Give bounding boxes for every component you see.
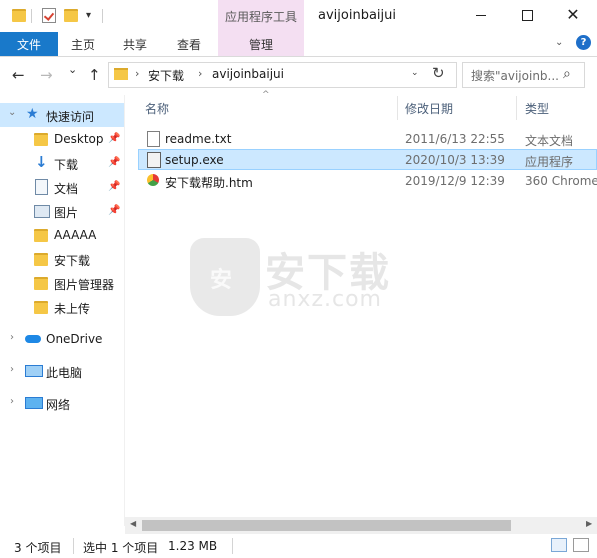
pin-icon[interactable]: 📌 (108, 205, 120, 216)
window-title: avijoinbaijui (318, 8, 396, 23)
column-header-name[interactable]: 名称 (145, 100, 169, 117)
maximize-button[interactable] (504, 0, 550, 30)
details-view-button[interactable] (551, 538, 567, 552)
tab-home[interactable]: 主页 (58, 32, 108, 56)
minimize-icon (476, 14, 486, 16)
chevron-down-icon[interactable]: ⌄ (8, 107, 16, 118)
chevron-right-icon[interactable]: › (10, 332, 14, 343)
tab-manage[interactable]: 管理 (218, 32, 304, 56)
text-file-icon (147, 131, 160, 147)
exe-file-icon (147, 152, 161, 168)
sidebar-item-label: 图片 (54, 206, 79, 220)
expand-ribbon-icon[interactable]: ⌄ (555, 37, 563, 48)
status-divider (232, 538, 233, 554)
folder-icon (34, 133, 48, 146)
document-icon (35, 179, 48, 195)
refresh-icon[interactable]: ↻ (432, 64, 445, 82)
large-icons-view-button[interactable] (573, 538, 589, 552)
folder-icon (12, 9, 26, 22)
pin-icon[interactable]: 📌 (108, 181, 120, 192)
search-placeholder[interactable]: 搜索"avijoinb... (471, 67, 559, 84)
sidebar-item-label: 安下载 (54, 254, 91, 268)
breadcrumb-item[interactable]: 安下载 (148, 67, 184, 84)
pin-icon[interactable]: 📌 (108, 157, 120, 168)
item-count: 3 个项目 (14, 541, 62, 555)
watermark-logo-char: 安 (210, 268, 233, 293)
chrome-file-icon (147, 174, 159, 186)
file-date: 2011/6/13 22:55 (405, 132, 505, 146)
sort-indicator-icon: ^ (262, 90, 270, 100)
sidebar-item-label: AAAAA (54, 228, 97, 242)
file-type: 360 Chrome (525, 174, 597, 188)
column-header-date[interactable]: 修改日期 (405, 100, 453, 117)
file-type: 文本文档 (525, 134, 574, 148)
scroll-left-icon[interactable]: ◀ (130, 519, 136, 528)
scrollbar-thumb[interactable] (142, 520, 511, 531)
breadcrumb-item[interactable]: avijoinbaijui (212, 67, 284, 81)
minimize-button[interactable] (458, 0, 504, 30)
pin-icon[interactable]: 📌 (108, 133, 120, 144)
chevron-right-icon[interactable]: › (10, 396, 14, 407)
selection-count: 选中 1 个项目 (83, 541, 159, 555)
file-type: 应用程序 (525, 155, 574, 169)
folder-icon (34, 253, 48, 266)
file-date: 2020/10/3 13:39 (405, 153, 505, 167)
column-header-type[interactable]: 类型 (525, 100, 549, 117)
sidebar-item-label: 快速访问 (46, 110, 95, 124)
tab-file[interactable]: 文件 (0, 32, 58, 56)
quick-access-separator (31, 9, 32, 23)
sidebar-item-label: Desktop (54, 132, 104, 146)
computer-icon (25, 365, 43, 377)
sidebar-item-label: 图片管理器 (54, 278, 115, 292)
watermark-domain: anxz.com (268, 287, 382, 312)
context-tab-app-tools: 应用程序工具 (218, 0, 304, 32)
chevron-right-icon[interactable]: › (10, 364, 14, 375)
maximize-icon (521, 9, 533, 21)
up-arrow-icon[interactable]: ↑ (88, 66, 101, 84)
breadcrumb-separator[interactable]: › (135, 67, 139, 80)
network-icon (25, 397, 43, 409)
properties-checkmark-icon[interactable] (42, 8, 56, 23)
close-icon: ✕ (566, 5, 580, 24)
status-divider (73, 538, 74, 554)
column-divider[interactable] (516, 96, 517, 120)
search-icon[interactable]: ⌕ (563, 66, 571, 82)
column-divider[interactable] (397, 96, 398, 120)
pane-splitter[interactable] (124, 95, 125, 526)
tab-view[interactable]: 查看 (163, 32, 215, 56)
picture-icon (34, 205, 50, 218)
file-name[interactable]: readme.txt (165, 132, 231, 146)
tab-share[interactable]: 共享 (110, 32, 160, 56)
selection-size: 1.23 MB (168, 539, 218, 553)
folder-icon (34, 301, 48, 314)
close-button[interactable]: ✕ (550, 0, 596, 30)
file-name[interactable]: setup.exe (165, 153, 224, 167)
address-folder-icon (114, 68, 128, 80)
file-name[interactable]: 安下载帮助.htm (165, 174, 253, 191)
sidebar-item-label: 下载 (54, 158, 79, 172)
breadcrumb-separator[interactable]: › (198, 67, 202, 80)
sidebar-item-label: 此电脑 (46, 366, 83, 380)
address-dropdown-icon[interactable]: ⌄ (411, 68, 419, 78)
customize-quick-access-dropdown-icon[interactable]: ▾ (86, 10, 91, 21)
sidebar-item-label: 未上传 (54, 302, 91, 316)
folder-icon (34, 277, 48, 290)
back-arrow-icon[interactable]: ← (12, 66, 25, 84)
help-icon[interactable]: ? (576, 35, 591, 50)
sidebar-item-label: 文档 (54, 182, 79, 196)
cloud-icon (25, 335, 41, 343)
new-folder-icon[interactable] (64, 9, 78, 22)
sidebar-item-label: OneDrive (46, 332, 103, 346)
recent-locations-icon[interactable]: ⌄ (68, 63, 77, 76)
file-date: 2019/12/9 12:39 (405, 174, 505, 188)
title-separator (102, 9, 103, 23)
sidebar-item-label: 网络 (46, 398, 71, 412)
scroll-right-icon[interactable]: ▶ (586, 519, 592, 528)
folder-icon (34, 229, 48, 242)
star-icon: ★ (26, 106, 39, 122)
forward-arrow-icon[interactable]: → (40, 66, 53, 84)
download-arrow-icon: ↓ (35, 153, 48, 171)
